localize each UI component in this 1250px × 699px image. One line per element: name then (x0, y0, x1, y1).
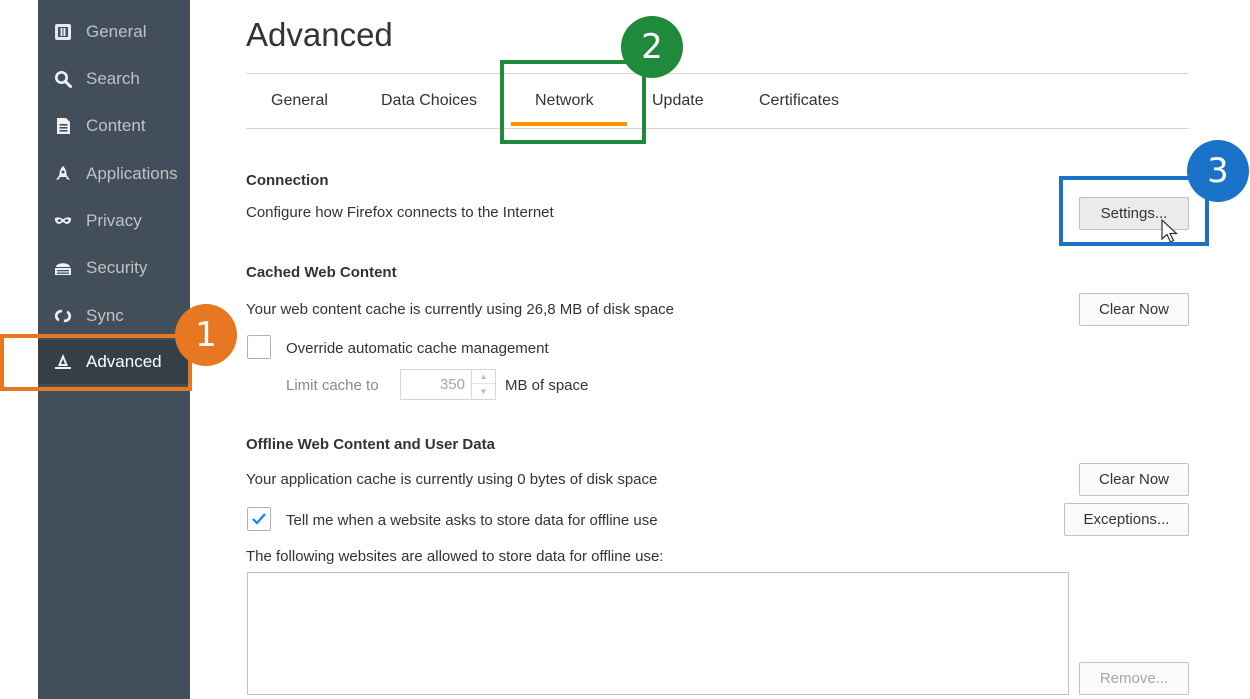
sidebar-item-search[interactable]: Search (38, 57, 190, 101)
callout-badge-1: 1 (175, 304, 237, 366)
cached-content-title: Cached Web Content (246, 264, 397, 281)
limit-cache-label: Limit cache to (286, 377, 379, 394)
override-cache-label: Override automatic cache management (286, 340, 549, 357)
offline-content-title: Offline Web Content and User Data (246, 436, 495, 453)
allowed-sites-list[interactable] (247, 572, 1069, 695)
sidebar-item-applications[interactable]: Applications (38, 152, 190, 196)
clear-cache-button[interactable]: Clear Now (1079, 293, 1189, 326)
sidebar-item-content[interactable]: Content (38, 104, 190, 148)
sidebar-item-advanced[interactable]: Advanced (38, 340, 190, 384)
stepper-arrows: ▲ ▼ (471, 370, 495, 399)
callout-badge-3: 3 (1187, 140, 1249, 202)
search-icon (54, 70, 72, 88)
sidebar-item-sync[interactable]: Sync (38, 294, 190, 338)
sidebar-item-privacy[interactable]: Privacy (38, 199, 190, 243)
sidebar-item-label: Security (86, 258, 148, 277)
stepper-down-icon[interactable]: ▼ (472, 384, 495, 398)
cache-size-value: 350 (439, 376, 465, 393)
exceptions-button[interactable]: Exceptions... (1064, 503, 1189, 536)
tab-general[interactable]: General (271, 92, 328, 116)
tab-update[interactable]: Update (652, 92, 704, 116)
mask-icon (54, 212, 72, 230)
tab-data-choices[interactable]: Data Choices (381, 92, 477, 116)
tell-me-checkbox[interactable] (247, 507, 271, 531)
connection-title: Connection (246, 172, 329, 189)
security-icon (54, 259, 72, 277)
wizard-hat-icon (54, 353, 72, 371)
remove-site-button[interactable]: Remove... (1079, 662, 1189, 695)
page-title: Advanced (246, 16, 393, 53)
sidebar-item-label: Privacy (86, 211, 142, 230)
tabs-divider (246, 128, 1189, 129)
cached-content-description: Your web content cache is currently usin… (246, 301, 675, 318)
general-icon (54, 23, 72, 41)
allowed-sites-label: The following websites are allowed to st… (246, 548, 664, 565)
rocket-icon (54, 165, 72, 183)
callout-badge-2: 2 (621, 16, 683, 78)
sidebar: General Search Content Applications Priv (0, 0, 190, 699)
clear-offline-button[interactable]: Clear Now (1079, 463, 1189, 496)
sidebar-item-label: Sync (86, 306, 124, 325)
sidebar-item-label: Advanced (86, 352, 162, 371)
tab-certificates[interactable]: Certificates (759, 92, 839, 116)
active-tab-indicator (511, 122, 627, 126)
preferences-window: General Search Content Applications Priv (0, 0, 1250, 699)
mouse-cursor-icon (1161, 219, 1179, 243)
limit-cache-unit: MB of space (505, 377, 589, 394)
document-icon (54, 117, 72, 135)
connection-description: Configure how Firefox connects to the In… (246, 204, 554, 221)
stepper-up-icon[interactable]: ▲ (472, 370, 495, 384)
override-cache-checkbox[interactable] (247, 335, 271, 359)
sidebar-item-label: Applications (86, 164, 178, 183)
sidebar-item-general[interactable]: General (38, 10, 190, 54)
cache-size-stepper[interactable]: 350 ▲ ▼ (400, 369, 496, 400)
tell-me-label: Tell me when a website asks to store dat… (286, 512, 658, 529)
checkmark-icon (252, 513, 266, 525)
sidebar-item-label: Search (86, 69, 140, 88)
tab-network[interactable]: Network (535, 92, 594, 116)
sidebar-item-security[interactable]: Security (38, 246, 190, 290)
sidebar-item-label: Content (86, 116, 146, 135)
sync-icon (54, 307, 72, 325)
sidebar-item-label: General (86, 22, 147, 41)
offline-content-description: Your application cache is currently usin… (246, 471, 658, 488)
title-divider (246, 73, 1189, 74)
